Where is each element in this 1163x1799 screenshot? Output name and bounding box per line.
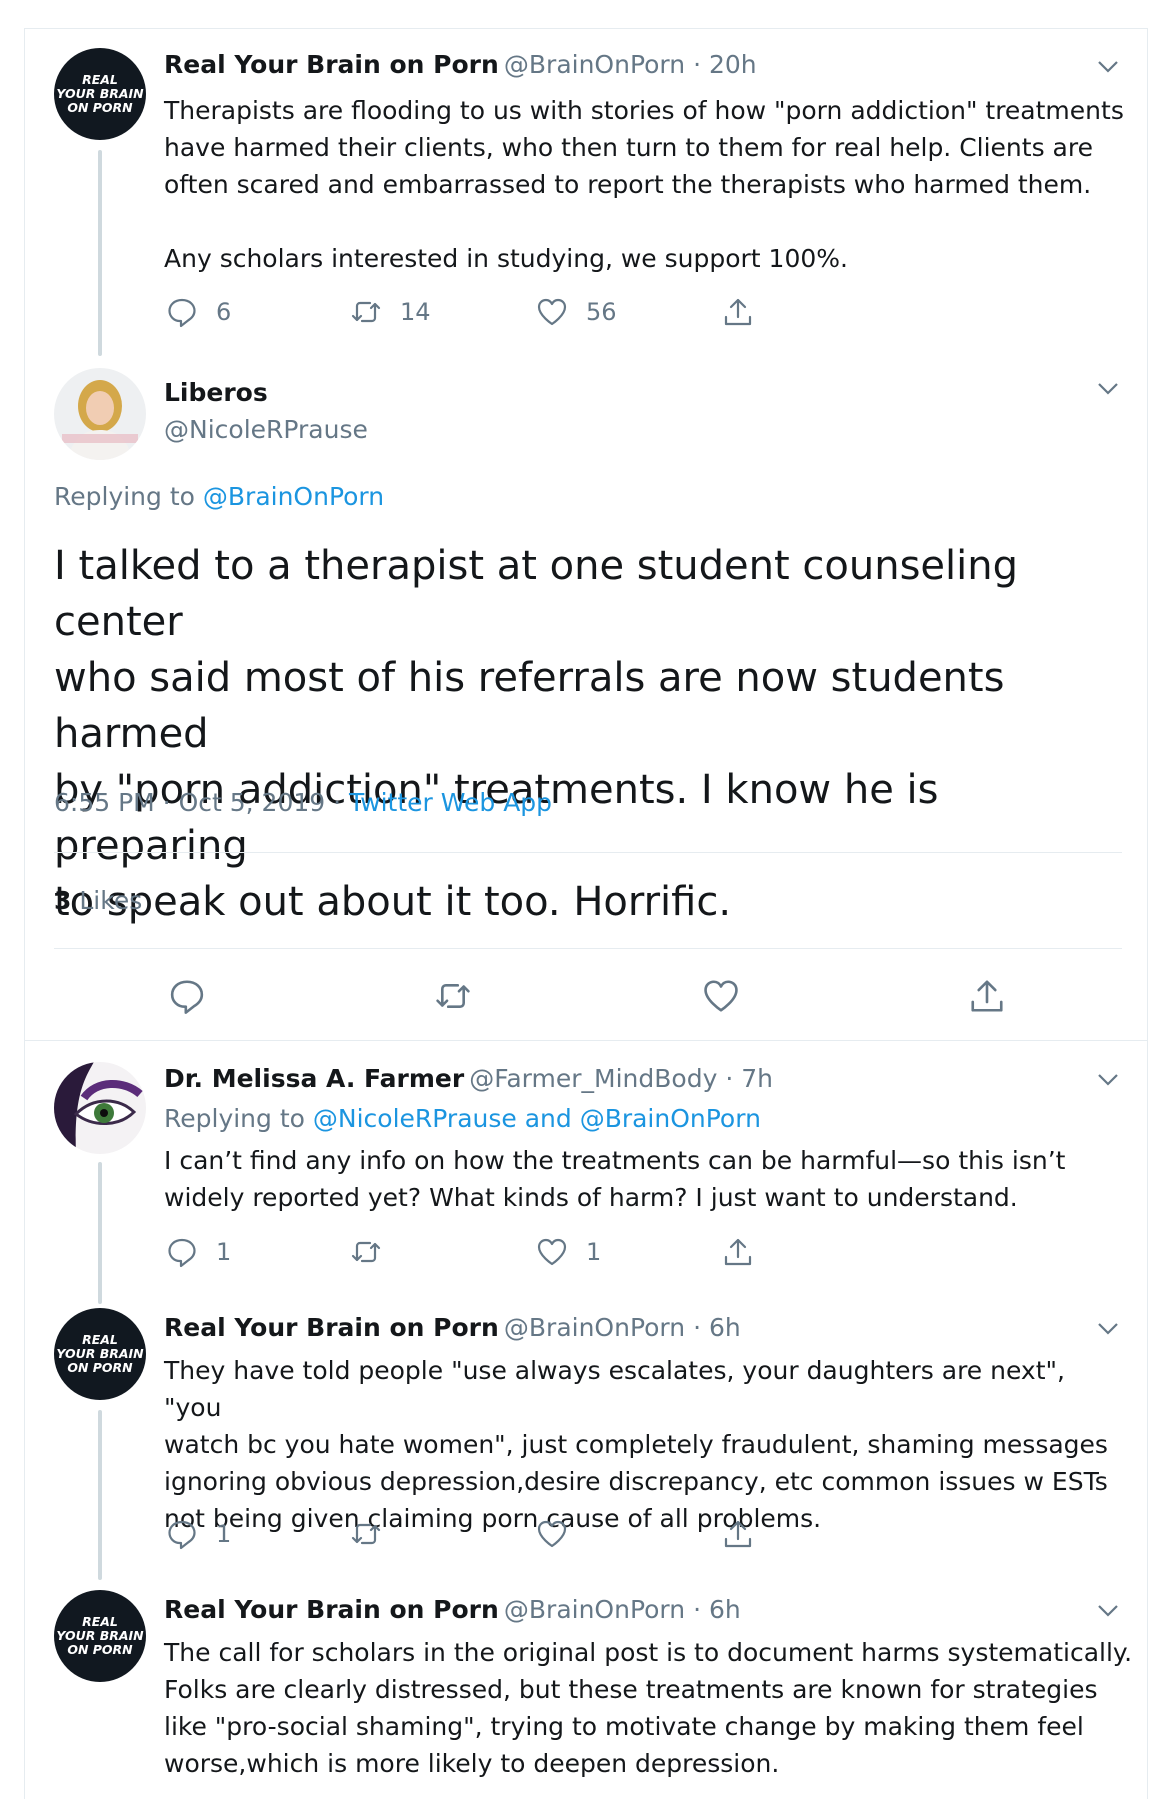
thread-line: [98, 1410, 102, 1580]
user-avatar[interactable]: [54, 1062, 146, 1154]
like-button[interactable]: [702, 977, 740, 1015]
share-icon: [971, 980, 1003, 1012]
likes-count: 3: [54, 886, 72, 915]
avatar-logo-text: ON PORN: [67, 1642, 133, 1657]
avatar-logo-text: REAL: [82, 72, 118, 87]
chevron-down-icon[interactable]: [1097, 60, 1119, 74]
share-icon: [724, 1520, 752, 1548]
retweet-button[interactable]: [434, 977, 472, 1015]
retweet-icon: [436, 984, 470, 1008]
like-count: 56: [586, 298, 617, 326]
reply-icon: [168, 1238, 196, 1268]
divider: [54, 852, 1122, 853]
ybop-avatar[interactable]: REAL YOUR BRAIN ON PORN: [54, 1590, 146, 1682]
retweet-icon: [351, 1523, 381, 1545]
avatar-logo-text: YOUR BRAIN: [56, 86, 144, 101]
share-icon: [724, 1238, 752, 1266]
heart-icon: [704, 980, 738, 1012]
user-handle[interactable]: @BrainOnPorn · 20h: [504, 50, 757, 79]
retweet-button[interactable]: 14: [350, 296, 431, 328]
display-name[interactable]: Real Your Brain on Porn: [164, 1313, 499, 1342]
section-divider: [24, 1040, 1148, 1041]
user-handle[interactable]: @NicoleRPrause: [164, 415, 368, 444]
avatar-logo-text: REAL: [82, 1332, 118, 1347]
retweet-icon: [351, 1241, 381, 1263]
replying-to: Replying to @NicoleRPrause and @BrainOnP…: [164, 1104, 761, 1133]
avatar-logo-text: REAL: [82, 1614, 118, 1629]
reply-count: 6: [216, 298, 232, 326]
display-name[interactable]: Real Your Brain on Porn: [164, 50, 499, 79]
retweet-button[interactable]: [350, 1236, 400, 1268]
heart-icon: [537, 1238, 567, 1266]
ybop-avatar[interactable]: REAL YOUR BRAIN ON PORN: [54, 1308, 146, 1400]
tweet-text: The call for scholars in the original po…: [164, 1638, 1133, 1778]
user-handle[interactable]: @BrainOnPorn · 6h: [504, 1595, 741, 1624]
user-handle[interactable]: @BrainOnPorn · 6h: [504, 1313, 741, 1342]
retweet-count: 14: [400, 298, 431, 326]
replying-handle-link[interactable]: @BrainOnPorn: [203, 482, 384, 511]
reply-icon: [168, 1520, 196, 1550]
tweet-meta: 6:55 PM · Oct 5, 2019 · Twitter Web App: [54, 788, 552, 817]
reply-icon: [168, 298, 196, 328]
divider: [54, 948, 1122, 949]
share-button[interactable]: [968, 977, 1006, 1015]
source-link[interactable]: Twitter Web App: [349, 788, 552, 817]
profile-photo: [54, 368, 146, 460]
profile-photo: [54, 1062, 146, 1154]
reply-count: 1: [216, 1520, 232, 1548]
retweet-icon: [351, 301, 381, 323]
heart-icon: [537, 1520, 567, 1548]
reply-icon: [170, 980, 204, 1014]
user-avatar[interactable]: [54, 368, 146, 460]
retweet-button[interactable]: [350, 1518, 400, 1550]
tweet-header: Dr. Melissa A. Farmer @Farmer_MindBody ·…: [164, 1064, 773, 1093]
replying-to: Replying to @BrainOnPorn: [54, 482, 384, 511]
display-name[interactable]: Liberos: [164, 378, 268, 407]
share-button[interactable]: [722, 1518, 754, 1550]
avatar-logo-text: YOUR BRAIN: [56, 1628, 144, 1643]
chevron-down-icon[interactable]: [1097, 1322, 1119, 1336]
heart-icon: [537, 298, 567, 326]
tweet-header: Real Your Brain on Porn @BrainOnPorn · 6…: [164, 1595, 741, 1624]
chevron-down-icon[interactable]: [1097, 1073, 1119, 1087]
main-tweet-text: I talked to a therapist at one student c…: [54, 543, 1018, 925]
likes-stat[interactable]: 3 Likes: [54, 886, 142, 915]
user-handle[interactable]: @Farmer_MindBody · 7h: [469, 1064, 773, 1093]
thread-line: [98, 150, 102, 356]
reply-button[interactable]: 1: [166, 1518, 231, 1550]
chevron-down-icon[interactable]: [1097, 382, 1119, 396]
like-button[interactable]: 1: [536, 1236, 601, 1268]
chevron-down-icon[interactable]: [1097, 1604, 1119, 1618]
avatar-logo-text: YOUR BRAIN: [56, 1346, 144, 1361]
reply-button[interactable]: 6: [166, 296, 231, 328]
display-name[interactable]: Real Your Brain on Porn: [164, 1595, 499, 1624]
timestamp[interactable]: 6:55 PM · Oct 5, 2019 ·: [54, 788, 349, 817]
share-icon: [724, 298, 752, 326]
likes-label: Likes: [71, 886, 143, 915]
tweet-header: Real Your Brain on Porn @BrainOnPorn · 2…: [164, 50, 757, 79]
avatar-logo-text: ON PORN: [67, 1360, 133, 1375]
share-button[interactable]: [722, 296, 754, 328]
like-button[interactable]: 56: [536, 296, 617, 328]
share-button[interactable]: [722, 1236, 754, 1268]
tweet-header: Real Your Brain on Porn @BrainOnPorn · 6…: [164, 1313, 741, 1342]
like-count: 1: [586, 1238, 602, 1266]
tweet-text: Therapists are flooding to us with stori…: [164, 96, 1124, 273]
reply-button[interactable]: 1: [166, 1236, 231, 1268]
display-name[interactable]: Dr. Melissa A. Farmer: [164, 1064, 464, 1093]
replying-label: Replying to: [164, 1104, 313, 1133]
reply-count: 1: [216, 1238, 232, 1266]
replying-handle-link[interactable]: @NicoleRPrause and @BrainOnPorn: [313, 1104, 761, 1133]
reply-button[interactable]: [168, 977, 206, 1015]
like-button[interactable]: [536, 1518, 586, 1550]
ybop-avatar[interactable]: REAL YOUR BRAIN ON PORN: [54, 48, 146, 140]
avatar-logo-text: ON PORN: [67, 100, 133, 115]
replying-label: Replying to: [54, 482, 203, 511]
tweet-text: I can’t find any info on how the treatme…: [164, 1146, 1066, 1212]
tweet-text: They have told people "use always escala…: [164, 1356, 1108, 1533]
thread-line: [98, 1162, 102, 1304]
